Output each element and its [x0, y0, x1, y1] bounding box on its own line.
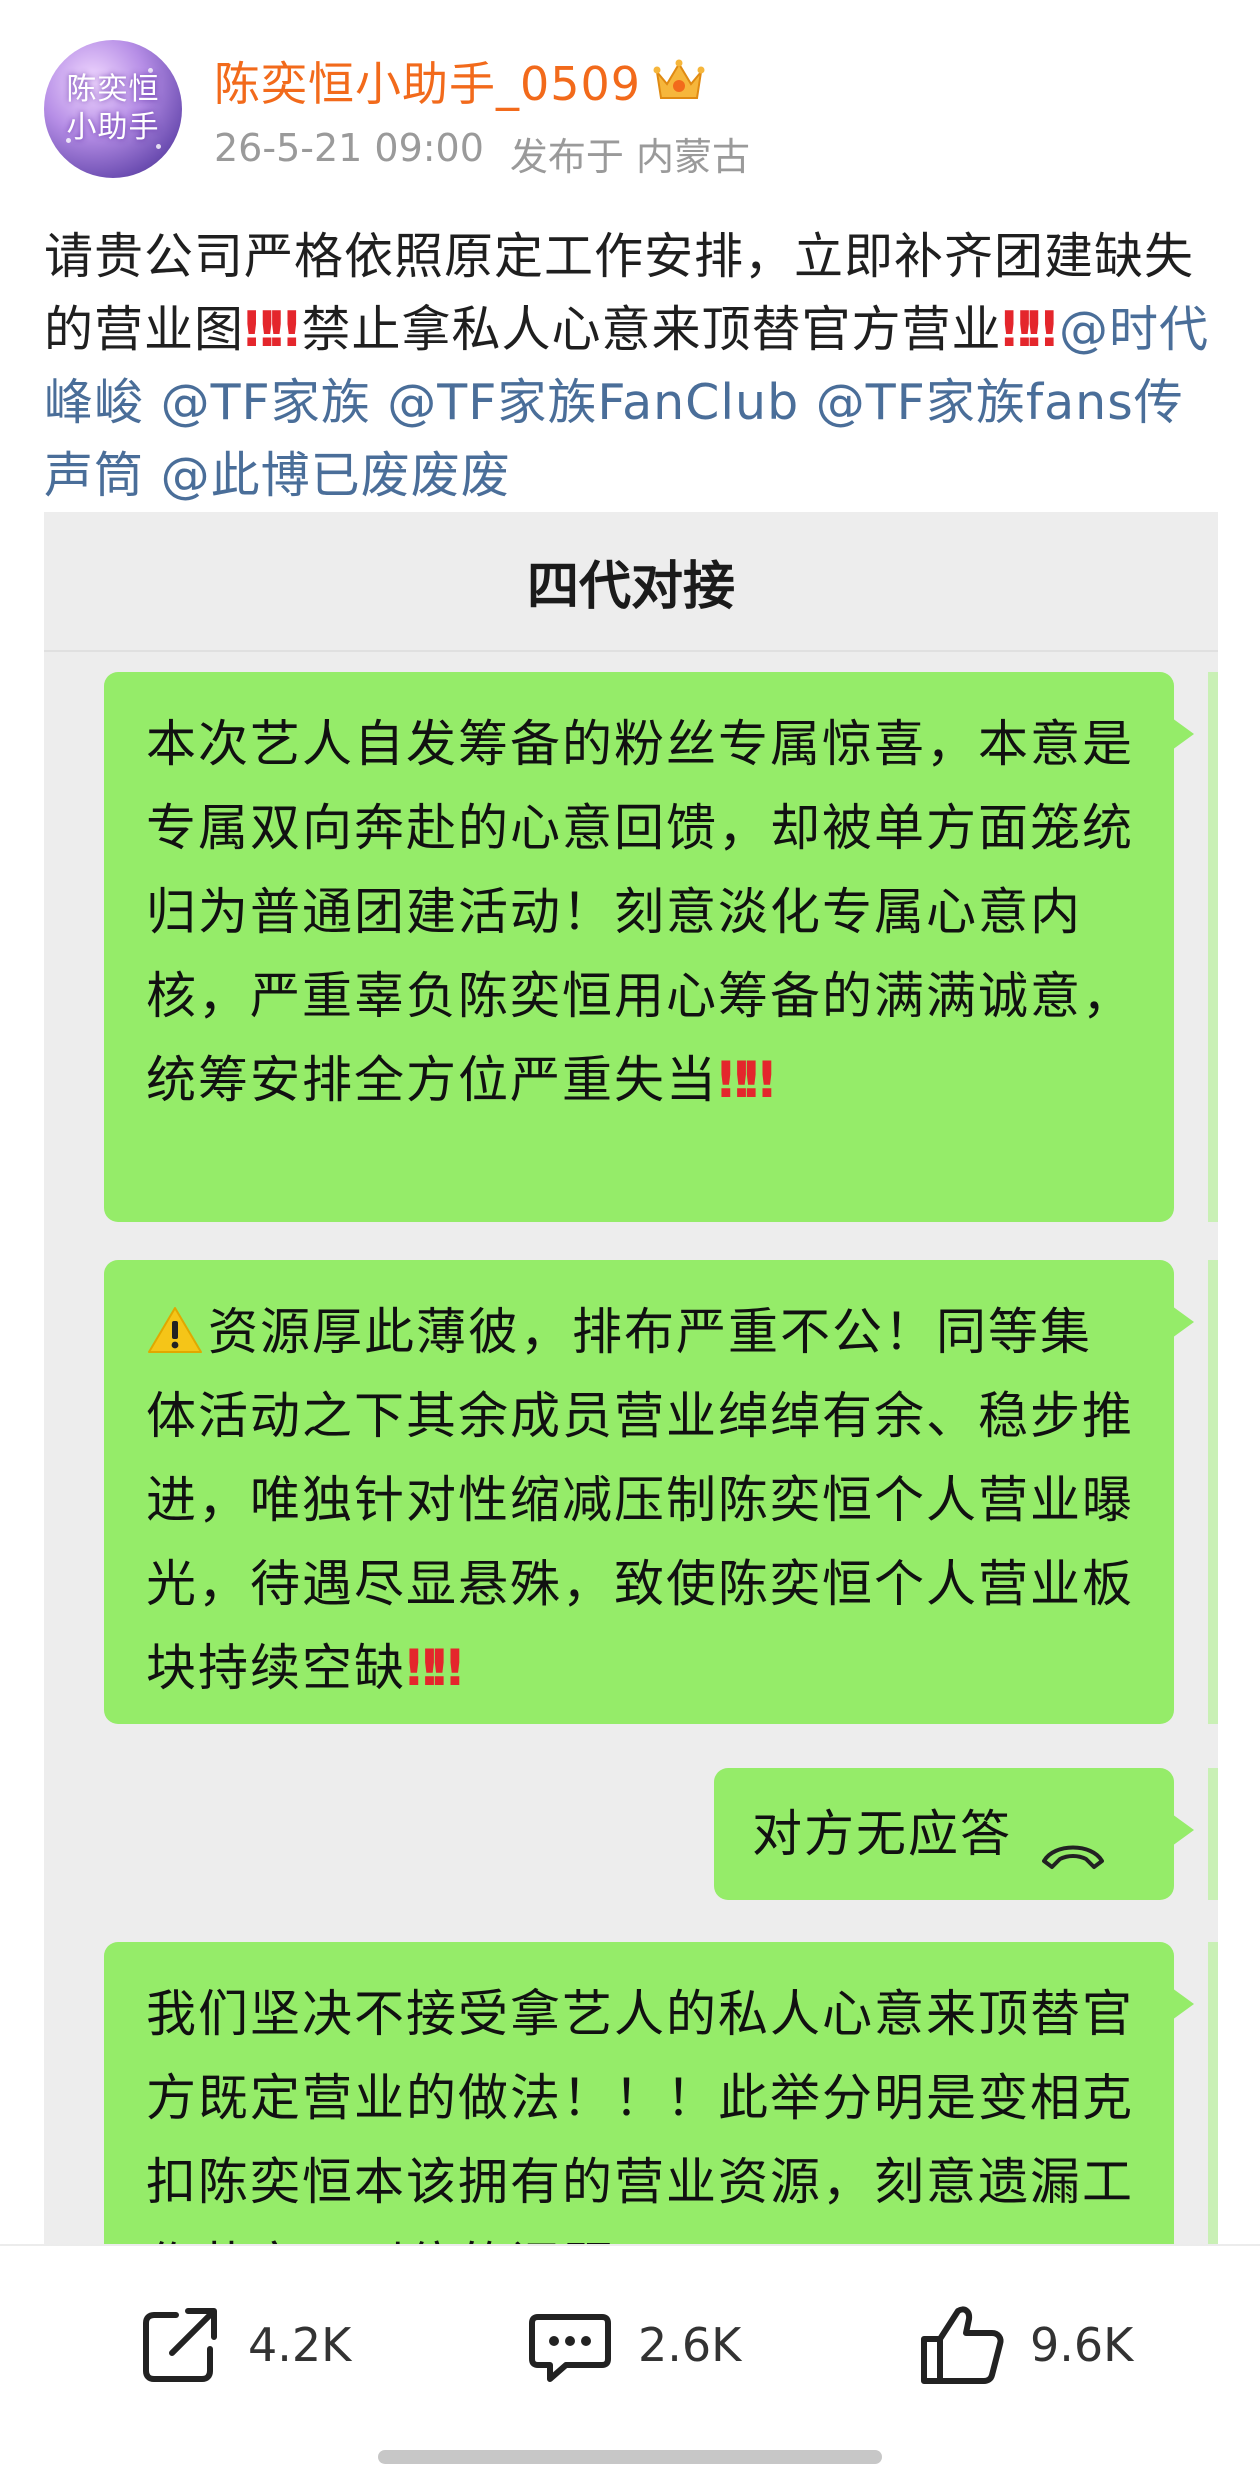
chat-message-text: 资源厚此薄彼，排布严重不公！同等集体活动之下其余成员营业绰绰有余、稳步推进，唯独…	[146, 1303, 1134, 1697]
chat-message: 资源厚此薄彼，排布严重不公！同等集体活动之下其余成员营业绰绰有余、稳步推进，唯独…	[104, 1260, 1194, 1724]
comment-count: 2.6K	[638, 2318, 742, 2372]
post-image[interactable]: 四代对接 本次艺人自发筹备的粉丝专属惊喜，本意是专属双向奔赴的心意回馈，却被单方…	[44, 512, 1218, 2244]
post-header: 陈奕恒 小助手 陈奕恒小助手_0509 26-5-21 09:00 发布于 内蒙…	[44, 40, 750, 190]
author-name[interactable]: 陈奕恒小助手_0509	[214, 48, 641, 114]
edge-strip	[1208, 1768, 1218, 1900]
share-button[interactable]: 4.2K	[132, 2290, 351, 2400]
chat-message-text: 我们坚决不接受拿艺人的私人心意来顶替官方既定营业的做法！！！此举分明是变相克扣陈…	[146, 1985, 1134, 2244]
chat-message-text: 本次艺人自发筹备的粉丝专属惊喜，本意是专属双向奔赴的心意回馈，却被单方面笼统归为…	[146, 715, 1134, 1109]
mention-link[interactable]: @TF家族FanClub	[387, 374, 799, 431]
avatar-text-line1: 陈奕恒	[66, 72, 160, 107]
edge-strip	[1208, 1260, 1218, 1724]
chat-title: 四代对接	[526, 556, 735, 617]
comment-button[interactable]: 2.6K	[522, 2290, 741, 2400]
edge-strip	[1208, 672, 1218, 1222]
post-timestamp: 26-5-21 09:00	[214, 126, 484, 170]
like-count: 9.6K	[1030, 2318, 1134, 2372]
avatar-text-line2: 小助手	[66, 110, 160, 145]
author-info: 陈奕恒小助手_0509 26-5-21 09:00 发布于 内蒙古	[214, 40, 750, 181]
double-exclamation-icon: ‼‼	[406, 1639, 463, 1697]
double-exclamation-icon: ‼‼	[1001, 301, 1057, 358]
mention-link[interactable]: @TF家族	[161, 374, 371, 431]
share-count: 4.2K	[248, 2318, 352, 2372]
warning-icon	[146, 1296, 204, 1353]
share-icon	[143, 2308, 217, 2382]
avatar[interactable]: 陈奕恒 小助手	[44, 40, 182, 178]
like-button[interactable]: 9.6K	[914, 2290, 1133, 2400]
double-exclamation-icon: ‼‼	[244, 301, 300, 358]
chat-message-text: 对方无应答	[752, 1805, 1012, 1863]
post-text-part2: 禁止拿私人心意来顶替官方营业	[301, 301, 1002, 358]
chat-message: 我们坚决不接受拿艺人的私人心意来顶替官方既定营业的做法！！！此举分明是变相克扣陈…	[104, 1942, 1194, 2244]
edge-strip	[1208, 1942, 1218, 2244]
mention-link[interactable]: @此博已废废废	[161, 447, 511, 504]
post-text: 请贵公司严格依照原定工作安排，立即补齐团建缺失的营业图‼‼ 禁止拿私人心意来顶替官…	[44, 220, 1224, 512]
chat-message: 对方无应答	[714, 1768, 1194, 1900]
chat-message: 本次艺人自发筹备的粉丝专属惊喜，本意是专属双向奔赴的心意回馈，却被单方面笼统归为…	[104, 672, 1194, 1222]
hang-up-icon	[1038, 1814, 1108, 1869]
author-row: 陈奕恒小助手_0509	[214, 48, 750, 114]
post-meta: 26-5-21 09:00 发布于 内蒙古	[214, 126, 750, 181]
comment-icon	[529, 2314, 611, 2382]
home-indicator[interactable]	[378, 2450, 882, 2464]
thumbs-up-icon	[921, 2306, 1004, 2384]
post-location: 发布于 内蒙古	[509, 135, 750, 179]
double-exclamation-icon: ‼‼	[718, 1051, 775, 1109]
crown-vip-icon[interactable]	[653, 58, 705, 104]
avatar-text: 陈奕恒 小助手	[44, 40, 182, 178]
chat-title-bar: 四代对接	[44, 512, 1218, 652]
